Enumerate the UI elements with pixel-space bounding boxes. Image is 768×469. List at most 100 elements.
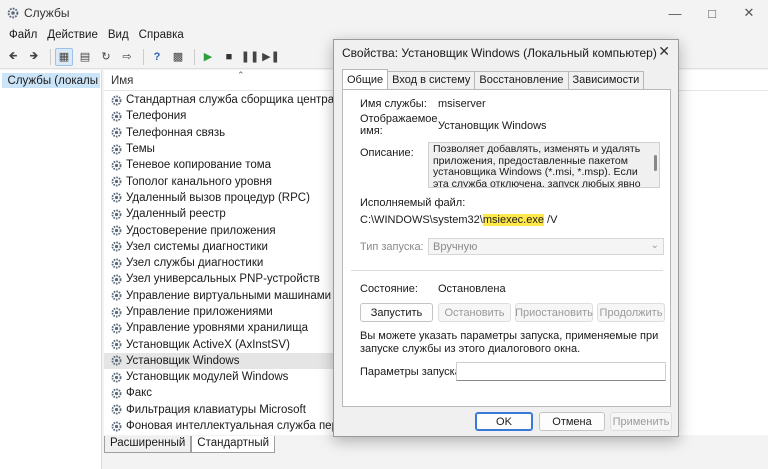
- pause-icon[interactable]: ❚❚: [241, 48, 259, 66]
- service-name: Управление приложениями: [126, 306, 273, 318]
- table-row[interactable]: Управление виртуальными машинами Hype: [104, 288, 336, 304]
- service-name: Телефонная связь: [126, 126, 226, 139]
- console-tree-icon[interactable]: ▦: [55, 47, 73, 66]
- table-row[interactable]: Узел системы диагностики: [104, 239, 336, 255]
- gear-icon: [111, 95, 122, 106]
- play-icon[interactable]: ▶: [199, 48, 217, 66]
- dialog-title: Свойства: Установщик Windows (Локальный …: [342, 46, 657, 60]
- menu-action[interactable]: Действие: [47, 29, 98, 41]
- gear-icon: [111, 404, 122, 415]
- gear-icon: [111, 192, 122, 203]
- close-icon[interactable]: ✕: [658, 43, 670, 60]
- gear-icon: [111, 274, 122, 285]
- table-row[interactable]: Теневое копирование тома: [104, 157, 336, 173]
- service-name: Стандартная служба сборщика центра диагн: [126, 94, 336, 107]
- params-input[interactable]: [456, 362, 666, 381]
- general-tab-panel: Имя службы: msiserver Отображаемое имя: …: [342, 89, 671, 407]
- display-name-label: Отображаемое имя:: [360, 113, 438, 137]
- params-label: Параметры запуска:: [360, 366, 464, 378]
- table-row[interactable]: Узел универсальных PNP-устройств: [104, 271, 336, 287]
- table-row[interactable]: Управление приложениями: [104, 304, 336, 320]
- table-row[interactable]: Установщик Windows: [104, 352, 336, 370]
- service-name: Факс: [126, 387, 153, 400]
- back-icon[interactable]: 🡸: [4, 48, 22, 66]
- tab-dependencies[interactable]: Зависимости: [567, 71, 645, 89]
- view-tabs: Расширенный Стандартный: [104, 436, 276, 453]
- description-scrollbar[interactable]: [654, 155, 657, 171]
- refresh-icon[interactable]: ↻: [97, 48, 115, 66]
- startup-type-select[interactable]: Вручную ⌄: [428, 238, 664, 255]
- minimize-button[interactable]: —: [661, 3, 689, 23]
- export-list-icon[interactable]: ⇨: [118, 48, 136, 66]
- menu-file[interactable]: Файл: [9, 29, 37, 41]
- table-row[interactable]: Фильтрация клавиатуры Microsoft: [104, 402, 336, 418]
- tab-general[interactable]: Общие: [342, 69, 389, 89]
- properties-icon[interactable]: ▤: [76, 48, 94, 66]
- table-row[interactable]: Управление уровнями хранилища: [104, 320, 336, 336]
- service-name-value: msiserver: [438, 98, 486, 110]
- status-label: Состояние:: [360, 283, 418, 295]
- table-row[interactable]: Удаленный вызов процедур (RPC): [104, 190, 336, 206]
- table-row[interactable]: Стандартная служба сборщика центра диагн: [104, 92, 336, 108]
- exe-path-prefix: C:\WINDOWS\system32\: [360, 214, 483, 226]
- forward-icon[interactable]: 🡺: [25, 48, 43, 66]
- gear-icon: [111, 372, 122, 383]
- maximize-button[interactable]: □: [698, 3, 726, 23]
- table-row[interactable]: Установщик ActiveX (AxInstSV): [104, 336, 336, 352]
- tab-extended[interactable]: Расширенный: [104, 436, 192, 453]
- cancel-button[interactable]: Отмена: [539, 412, 605, 431]
- resume-button[interactable]: Продолжить: [597, 303, 665, 322]
- restart-icon[interactable]: ▶❚: [262, 48, 280, 66]
- service-name: Фильтрация клавиатуры Microsoft: [126, 403, 306, 416]
- gear-icon: [111, 339, 122, 350]
- menu-view[interactable]: Вид: [108, 29, 129, 41]
- description-box[interactable]: Позволяет добавлять, изменять и удалять …: [428, 142, 660, 188]
- startup-type-value: Вручную: [433, 241, 478, 253]
- show-pane-icon[interactable]: ▩: [169, 48, 187, 66]
- tree-item-label: Службы (локалы: [7, 74, 98, 87]
- ok-button[interactable]: OK: [475, 412, 533, 431]
- gear-icon: [111, 355, 122, 366]
- menu-help[interactable]: Справка: [139, 29, 184, 41]
- close-window-button[interactable]: ✕: [735, 3, 763, 23]
- tab-recovery[interactable]: Восстановление: [474, 71, 569, 89]
- tree-item-services[interactable]: Службы (локалы: [2, 73, 100, 88]
- tab-standard[interactable]: Стандартный: [191, 436, 276, 453]
- services-app-icon: [7, 7, 19, 19]
- pause-button[interactable]: Приостановить: [515, 303, 593, 322]
- table-row[interactable]: Тополог канального уровня: [104, 173, 336, 189]
- table-row[interactable]: Темы: [104, 141, 336, 157]
- table-row[interactable]: Узел службы диагностики: [104, 255, 336, 271]
- service-name: Удаленный вызов процедур (RPC): [126, 191, 310, 204]
- status-value: Остановлена: [438, 283, 506, 295]
- service-name-label: Имя службы:: [360, 98, 427, 110]
- table-row[interactable]: Установщик модулей Windows: [104, 369, 336, 385]
- gear-icon: [111, 127, 122, 138]
- main-title-bar: Службы — □ ✕: [0, 0, 768, 26]
- table-row[interactable]: Факс: [104, 385, 336, 401]
- table-row[interactable]: Телефонная связь: [104, 125, 336, 141]
- service-name: Удаленный реестр: [126, 208, 226, 221]
- gear-icon: [111, 323, 122, 334]
- table-row[interactable]: Удаленный реестр: [104, 206, 336, 222]
- apply-button[interactable]: Применить: [610, 412, 672, 431]
- dialog-tabs: Общие Вход в систему Восстановление Зави…: [342, 69, 645, 89]
- table-row[interactable]: Фоновая интеллектуальная служба передачи: [104, 418, 336, 434]
- params-note: Вы можете указать параметры запуска, при…: [360, 330, 659, 355]
- stop-button[interactable]: Остановить: [438, 303, 511, 322]
- gear-icon: [111, 258, 122, 269]
- service-name: Управление виртуальными машинами Hype: [126, 289, 336, 302]
- service-name: Управление уровнями хранилища: [126, 322, 309, 335]
- table-row[interactable]: Телефония: [104, 108, 336, 124]
- column-name-header[interactable]: Имя: [111, 75, 133, 87]
- gear-icon: [111, 225, 122, 236]
- help-icon[interactable]: ?: [148, 48, 166, 66]
- table-row[interactable]: Удостоверение приложения: [104, 222, 336, 238]
- tab-logon[interactable]: Вход в систему: [387, 71, 476, 89]
- gear-icon: [111, 421, 122, 432]
- service-name: Телефония: [126, 110, 187, 123]
- service-name: Узел службы диагностики: [126, 257, 264, 270]
- start-button[interactable]: Запустить: [360, 303, 433, 322]
- exe-label: Исполняемый файл:: [360, 197, 466, 209]
- stop-icon[interactable]: ■: [220, 48, 238, 66]
